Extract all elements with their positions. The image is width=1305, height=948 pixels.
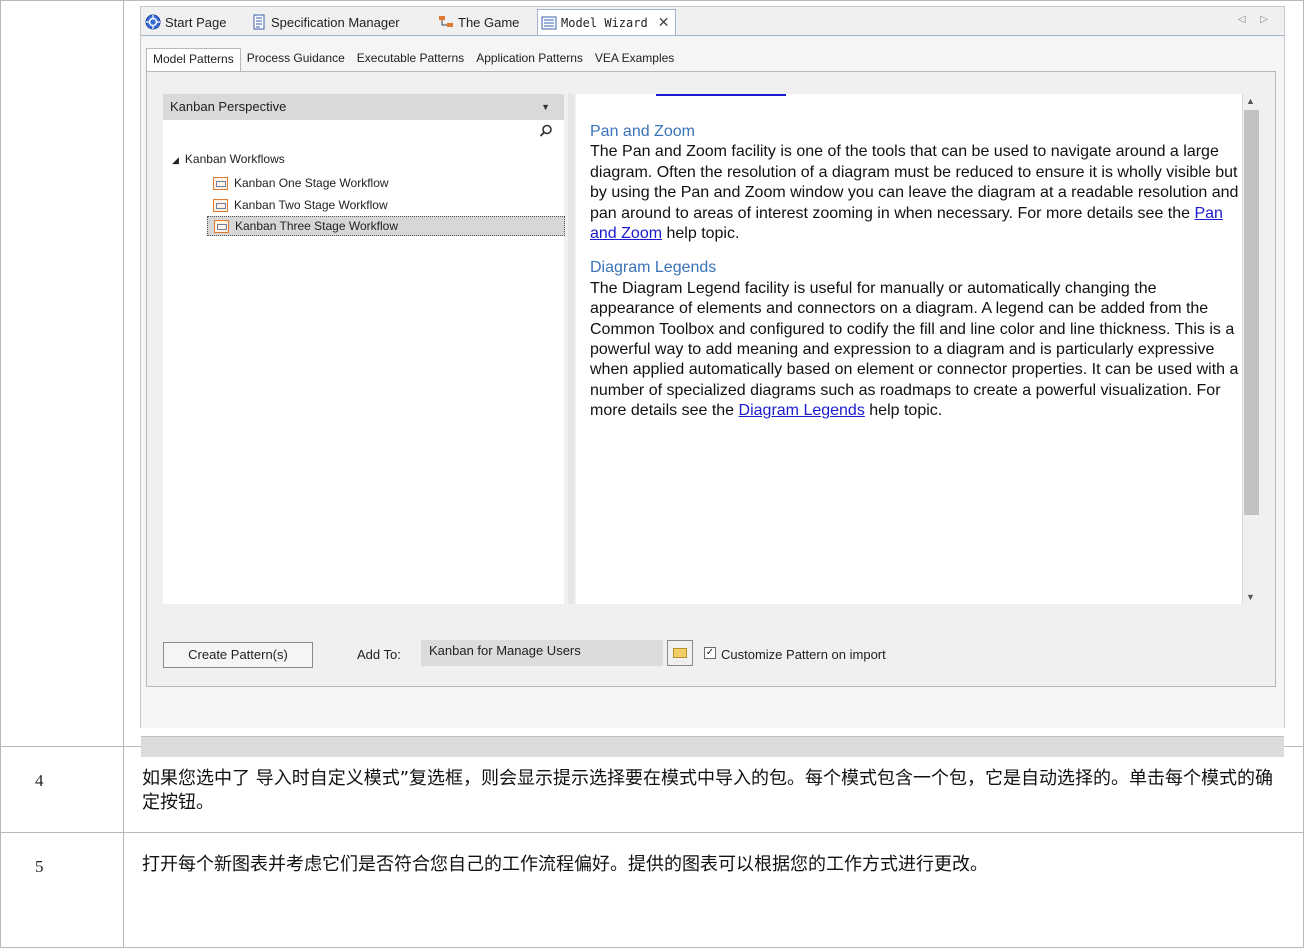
add-to-label: Add To: bbox=[357, 647, 401, 662]
tree-item-label: Kanban Two Stage Workflow bbox=[234, 198, 388, 212]
tree-item-label: Kanban One Stage Workflow bbox=[234, 176, 389, 190]
subtab-application-patterns[interactable]: Application Patterns bbox=[470, 48, 589, 70]
tab-label: The Game bbox=[458, 14, 520, 30]
step-number: 5 bbox=[35, 857, 44, 876]
diagram-icon bbox=[438, 14, 454, 30]
model-wizard-icon bbox=[541, 15, 557, 31]
tab-start-page[interactable]: Start Page bbox=[145, 10, 226, 34]
diagram-legends-paragraph: The Diagram Legend facility is useful fo… bbox=[590, 279, 1240, 422]
step-number: 4 bbox=[35, 771, 44, 790]
search-icon[interactable] bbox=[539, 124, 553, 138]
pan-zoom-text: The Pan and Zoom facility is one of the … bbox=[590, 143, 1239, 222]
step-number-cell-empty bbox=[0, 0, 124, 747]
pan-zoom-paragraph: The Pan and Zoom facility is one of the … bbox=[590, 142, 1240, 244]
tree-root-kanban-workflows[interactable]: ◢ Kanban Workflows bbox=[172, 152, 285, 166]
wizard-subtabs: Model Patterns Process Guidance Executab… bbox=[146, 48, 680, 71]
diagram-legends-link[interactable]: Diagram Legends bbox=[739, 402, 865, 419]
tab-scroll-arrows[interactable]: ◁ ▷ bbox=[1238, 14, 1274, 25]
subtab-model-patterns[interactable]: Model Patterns bbox=[146, 48, 241, 71]
pan-zoom-text-end: help topic. bbox=[662, 225, 740, 243]
tab-specification-manager[interactable]: Specification Manager bbox=[251, 10, 400, 34]
scrollbar-thumb[interactable] bbox=[1244, 110, 1259, 515]
tab-label: Start Page bbox=[165, 14, 227, 30]
tree-item-label: Kanban Three Stage Workflow bbox=[235, 219, 398, 233]
perspective-dropdown[interactable]: Kanban Perspective ▼ bbox=[163, 94, 564, 120]
customize-pattern-label: Customize Pattern on import bbox=[721, 647, 886, 662]
step-number-cell: 5 bbox=[0, 832, 124, 948]
specification-icon bbox=[251, 14, 267, 30]
partial-link-underline bbox=[656, 94, 786, 96]
chevron-down-icon: ▼ bbox=[541, 102, 550, 112]
close-icon[interactable]: ✕ bbox=[658, 15, 670, 31]
scroll-down-icon[interactable]: ▼ bbox=[1246, 592, 1255, 602]
pan-zoom-heading: Pan and Zoom bbox=[590, 123, 695, 140]
help-content: Pan and Zoom The Pan and Zoom facility i… bbox=[590, 122, 1240, 436]
package-icon bbox=[213, 198, 228, 212]
model-patterns-panel: Kanban Perspective ▼ ◢ Kanban Workflows K… bbox=[146, 71, 1276, 687]
add-to-field[interactable]: Kanban for Manage Users bbox=[421, 640, 663, 666]
tab-model-wizard[interactable]: Model Wizard ✕ bbox=[537, 9, 677, 35]
pane-splitter[interactable] bbox=[568, 94, 574, 604]
start-page-icon bbox=[145, 14, 161, 30]
create-patterns-button[interactable]: Create Pattern(s) bbox=[163, 642, 313, 668]
subtab-process-guidance[interactable]: Process Guidance bbox=[241, 48, 351, 70]
package-icon bbox=[213, 176, 228, 190]
wizard-content: Model Patterns Process Guidance Executab… bbox=[141, 35, 1284, 757]
tree-item[interactable]: Kanban One Stage Workflow bbox=[207, 173, 395, 193]
tree-root-label: Kanban Workflows bbox=[184, 152, 285, 166]
step-text-cell: 打开每个新图表并考虑它们是否符合您自己的工作流程偏好。提供的图表可以根据您的工作… bbox=[123, 832, 1304, 948]
diagram-legends-text-end: help topic. bbox=[864, 402, 943, 420]
tree-item-selected[interactable]: Kanban Three Stage Workflow bbox=[207, 216, 565, 236]
step-text: 打开每个新图表并考虑它们是否符合您自己的工作流程偏好。提供的图表可以根据您的工作… bbox=[142, 854, 988, 875]
browse-folder-button[interactable] bbox=[667, 640, 693, 666]
step-text-cell: 如果您选中了 导入时自定义模式”复选框，则会显示提示选择要在模式中导入的包。每个… bbox=[123, 746, 1304, 833]
folder-icon bbox=[673, 648, 687, 658]
tab-label: Specification Manager bbox=[271, 14, 400, 30]
step-number-cell: 4 bbox=[0, 746, 124, 833]
document-tab-bar: Start Page Specification Manager The Gam… bbox=[141, 7, 1284, 35]
tab-the-game[interactable]: The Game bbox=[438, 10, 519, 34]
subtab-executable-patterns[interactable]: Executable Patterns bbox=[351, 48, 470, 70]
subtab-vea-examples[interactable]: VEA Examples bbox=[589, 48, 680, 70]
help-pane: Pan and Zoom The Pan and Zoom facility i… bbox=[576, 94, 1260, 604]
diagram-legends-text: The Diagram Legend facility is useful fo… bbox=[590, 279, 1239, 420]
scroll-up-icon[interactable]: ▲ bbox=[1246, 96, 1255, 106]
tree-item[interactable]: Kanban Two Stage Workflow bbox=[207, 195, 394, 215]
customize-pattern-checkbox[interactable]: ✓ bbox=[704, 647, 716, 659]
model-wizard-window: Start Page Specification Manager The Gam… bbox=[140, 6, 1285, 757]
expand-triangle-icon[interactable]: ◢ bbox=[172, 155, 179, 165]
diagram-legends-heading: Diagram Legends bbox=[590, 259, 717, 277]
pattern-tree-pane: Kanban Perspective ▼ ◢ Kanban Workflows K… bbox=[163, 94, 565, 604]
package-icon bbox=[214, 219, 229, 233]
step-text: 如果您选中了 导入时自定义模式”复选框，则会显示提示选择要在模式中导入的包。每个… bbox=[142, 768, 1274, 813]
status-strip bbox=[141, 736, 1284, 757]
tab-label: Model Wizard bbox=[561, 15, 648, 30]
perspective-value: Kanban Perspective bbox=[170, 99, 287, 114]
help-scrollbar[interactable]: ▲ ▼ bbox=[1242, 94, 1260, 604]
